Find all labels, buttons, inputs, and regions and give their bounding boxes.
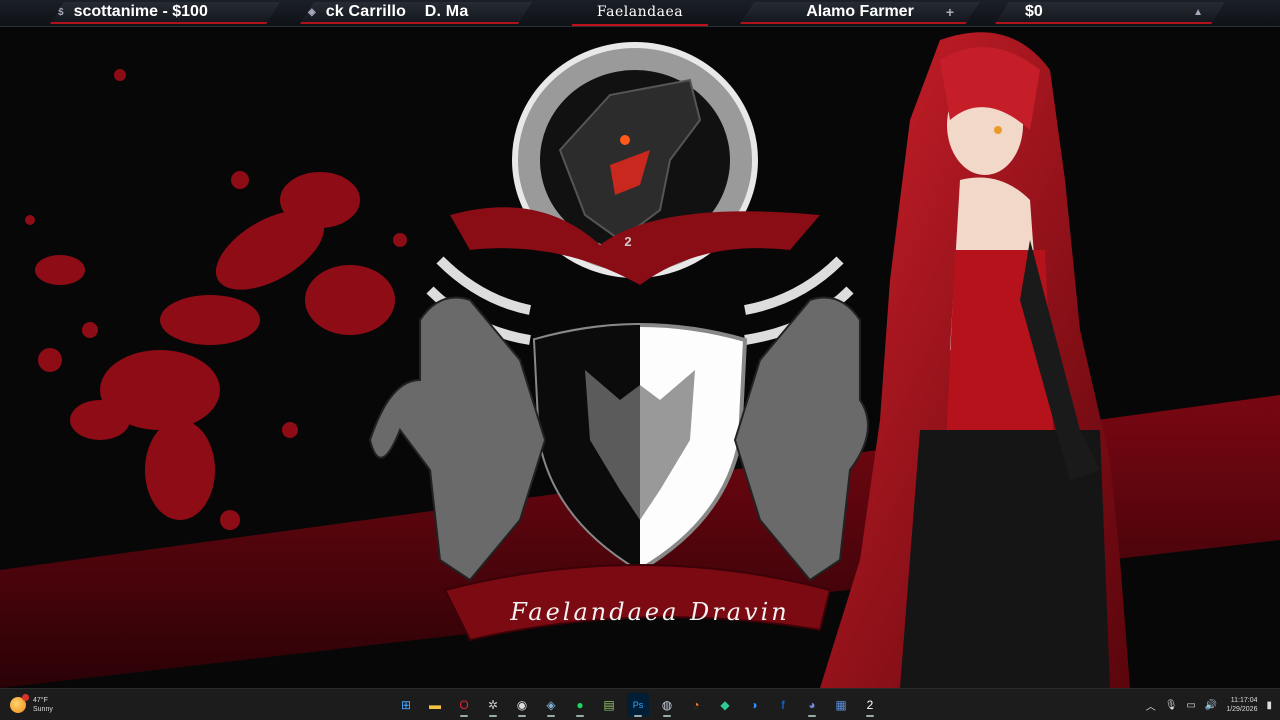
photoshop-icon[interactable]: Ps (627, 693, 649, 717)
thumbs-up-icon: ▲ (1193, 6, 1203, 18)
steam-icon[interactable]: ◍ (656, 693, 678, 717)
speaker-icon[interactable]: 🔊 (1205, 700, 1217, 711)
latest-follower-text: Alamo Farmer (806, 3, 914, 20)
app-icon-2[interactable]: ◆ (714, 693, 736, 717)
channel-logo-text: Faelandaea (596, 4, 684, 20)
network-icon[interactable]: ▭ (1186, 700, 1195, 711)
goal-segment: $0 ▲ (995, 2, 1225, 24)
notification-bell-icon[interactable]: ▮ (1266, 700, 1272, 711)
latest-donation-text: scottanime - $100 (73, 3, 208, 20)
davinci-icon[interactable]: ◈ (540, 693, 562, 717)
controller-icon: ◈ (308, 6, 316, 18)
weather-alert-badge (22, 694, 29, 701)
blender-icon[interactable]: ◔ (685, 693, 707, 717)
windows-taskbar: 47°F Sunny ⊞ ▬ O ✲ ◉ ◈ ● ▤ Ps ◍ ◔ ◆ ◑ f ◕ ▦ 2 ︿ 🎙 ▭ 🔊 11… (0, 688, 1280, 720)
facebook-icon[interactable]: f (772, 693, 794, 717)
microphone-icon[interactable]: 🎙 (1165, 700, 1178, 711)
dollar-icon: $ (58, 6, 64, 18)
stream-overlay-bar: $ scottanime - $100 ◈ ck Carrillo D. Ma … (0, 0, 1280, 27)
calculator-icon[interactable]: ▦ (830, 693, 852, 717)
obs-icon[interactable]: ◉ (511, 693, 533, 717)
app-icon-1[interactable]: ✲ (482, 693, 504, 717)
discord-icon[interactable]: ◕ (801, 693, 823, 717)
system-tray: ︿ 🎙 ▭ 🔊 11:17:04 1/29/2026 ▮ (1146, 693, 1272, 717)
spotify-icon[interactable]: ● (569, 693, 591, 717)
channel-logo: Faelandaea (572, 0, 708, 26)
plus-icon: + (945, 4, 954, 20)
clock-date: 1/29/2026 (1226, 706, 1258, 713)
crest-number: 2 (624, 234, 631, 249)
chevron-up-icon[interactable]: ︿ (1146, 698, 1156, 713)
clock-time: 11:17:04 (1230, 697, 1258, 704)
ticker-text: ck Carrillo D. Ma (325, 3, 469, 20)
crest-banner-text: Faelandaea Dravin (509, 598, 790, 626)
weather-widget[interactable]: 47°F Sunny (10, 693, 53, 717)
start-icon[interactable]: ⊞ (395, 693, 417, 717)
goal-amount-text: $0 (1025, 3, 1043, 20)
latest-donation-segment: $ scottanime - $100 (50, 2, 280, 24)
weather-condition: Sunny (33, 706, 53, 713)
messenger-icon[interactable]: ◑ (743, 693, 765, 717)
notification-app-icon[interactable]: 2 (859, 693, 881, 717)
latest-follower-segment: Alamo Farmer + (740, 2, 980, 24)
taskbar-apps: ⊞ ▬ O ✲ ◉ ◈ ● ▤ Ps ◍ ◔ ◆ ◑ f ◕ ▦ 2 (395, 693, 881, 717)
desktop-wallpaper: Faelandaea Dravin 2 (0, 0, 1280, 688)
ticker-segment: ◈ ck Carrillo D. Ma (300, 2, 532, 24)
file-explorer-icon[interactable]: ▬ (424, 693, 446, 717)
notepad-icon[interactable]: ▤ (598, 693, 620, 717)
weather-temp: 47°F (33, 697, 48, 704)
sun-icon (10, 694, 29, 713)
clock[interactable]: 11:17:04 1/29/2026 (1226, 696, 1257, 714)
opera-icon[interactable]: O (453, 693, 475, 717)
